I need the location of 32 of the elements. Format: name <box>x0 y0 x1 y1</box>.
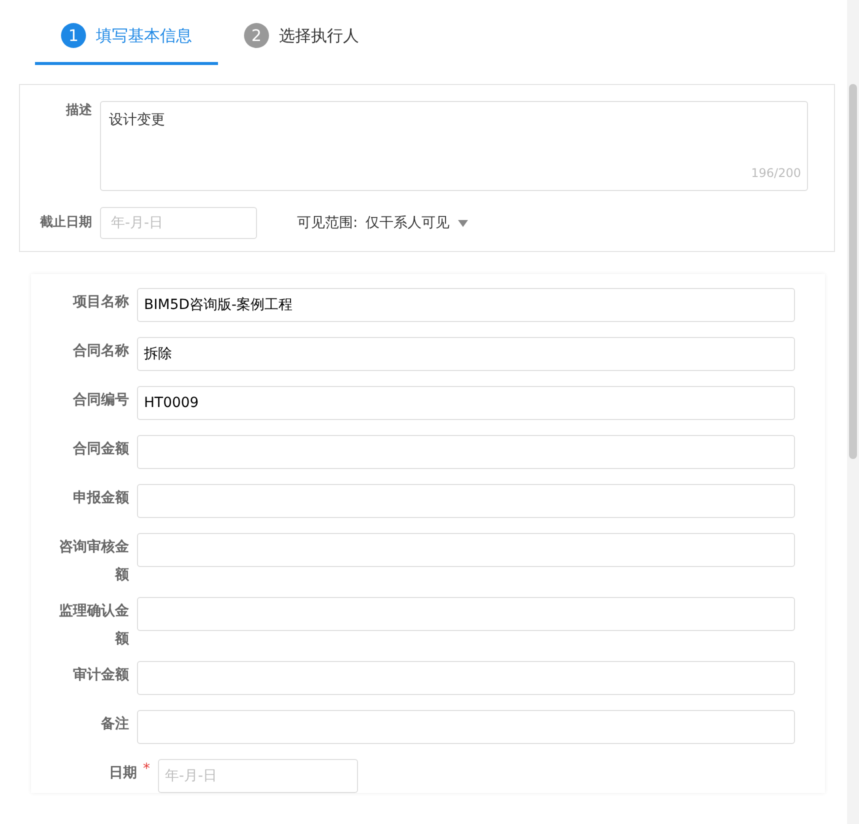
date-field[interactable]: 年-月-日 <box>158 759 358 793</box>
field-label: 项目名称 <box>72 293 130 312</box>
input-field[interactable] <box>137 661 795 695</box>
description-field[interactable]: 设计变更 196/200 <box>100 101 808 191</box>
field-label: 合同编号 <box>72 391 130 410</box>
visibility-label: 可见范围: <box>297 214 358 232</box>
input-field[interactable] <box>137 533 795 567</box>
step-tab[interactable]: 2 选择执行人 <box>218 23 385 65</box>
step-tab[interactable]: 1 填写基本信息 <box>35 23 218 65</box>
field-label: 日期 <box>108 764 137 783</box>
field-label: 描述 <box>64 102 92 120</box>
input-field[interactable] <box>137 435 795 469</box>
date-field[interactable]: 年-月-日 <box>100 207 257 239</box>
field-label: 申报金额 <box>72 488 130 508</box>
input-field[interactable]: 拆除 <box>137 337 795 371</box>
field-label: 监理确认金额 <box>58 602 130 649</box>
input-field[interactable] <box>137 597 795 631</box>
field-label: 咨询审核金额 <box>58 538 130 585</box>
field-label: 截止日期 <box>39 214 92 232</box>
input-field[interactable]: BIM5D咨询版-案例工程 <box>137 288 795 322</box>
field-label: 备注 <box>100 714 130 734</box>
field-label: 合同金额 <box>72 440 130 459</box>
input-field[interactable]: HT0009 <box>137 386 795 420</box>
visibility-dropdown[interactable]: 仅干系人可见 <box>366 212 468 234</box>
field-label: 合同名称 <box>72 342 130 361</box>
character-counter: 196/200 <box>751 165 801 182</box>
input-field[interactable] <box>137 484 795 518</box>
caret-icon <box>458 220 468 226</box>
input-field[interactable] <box>137 710 795 744</box>
scrollbar-thumb[interactable] <box>849 84 857 459</box>
required-mark: * <box>143 760 150 779</box>
field-label: 审计金额 <box>72 666 130 685</box>
